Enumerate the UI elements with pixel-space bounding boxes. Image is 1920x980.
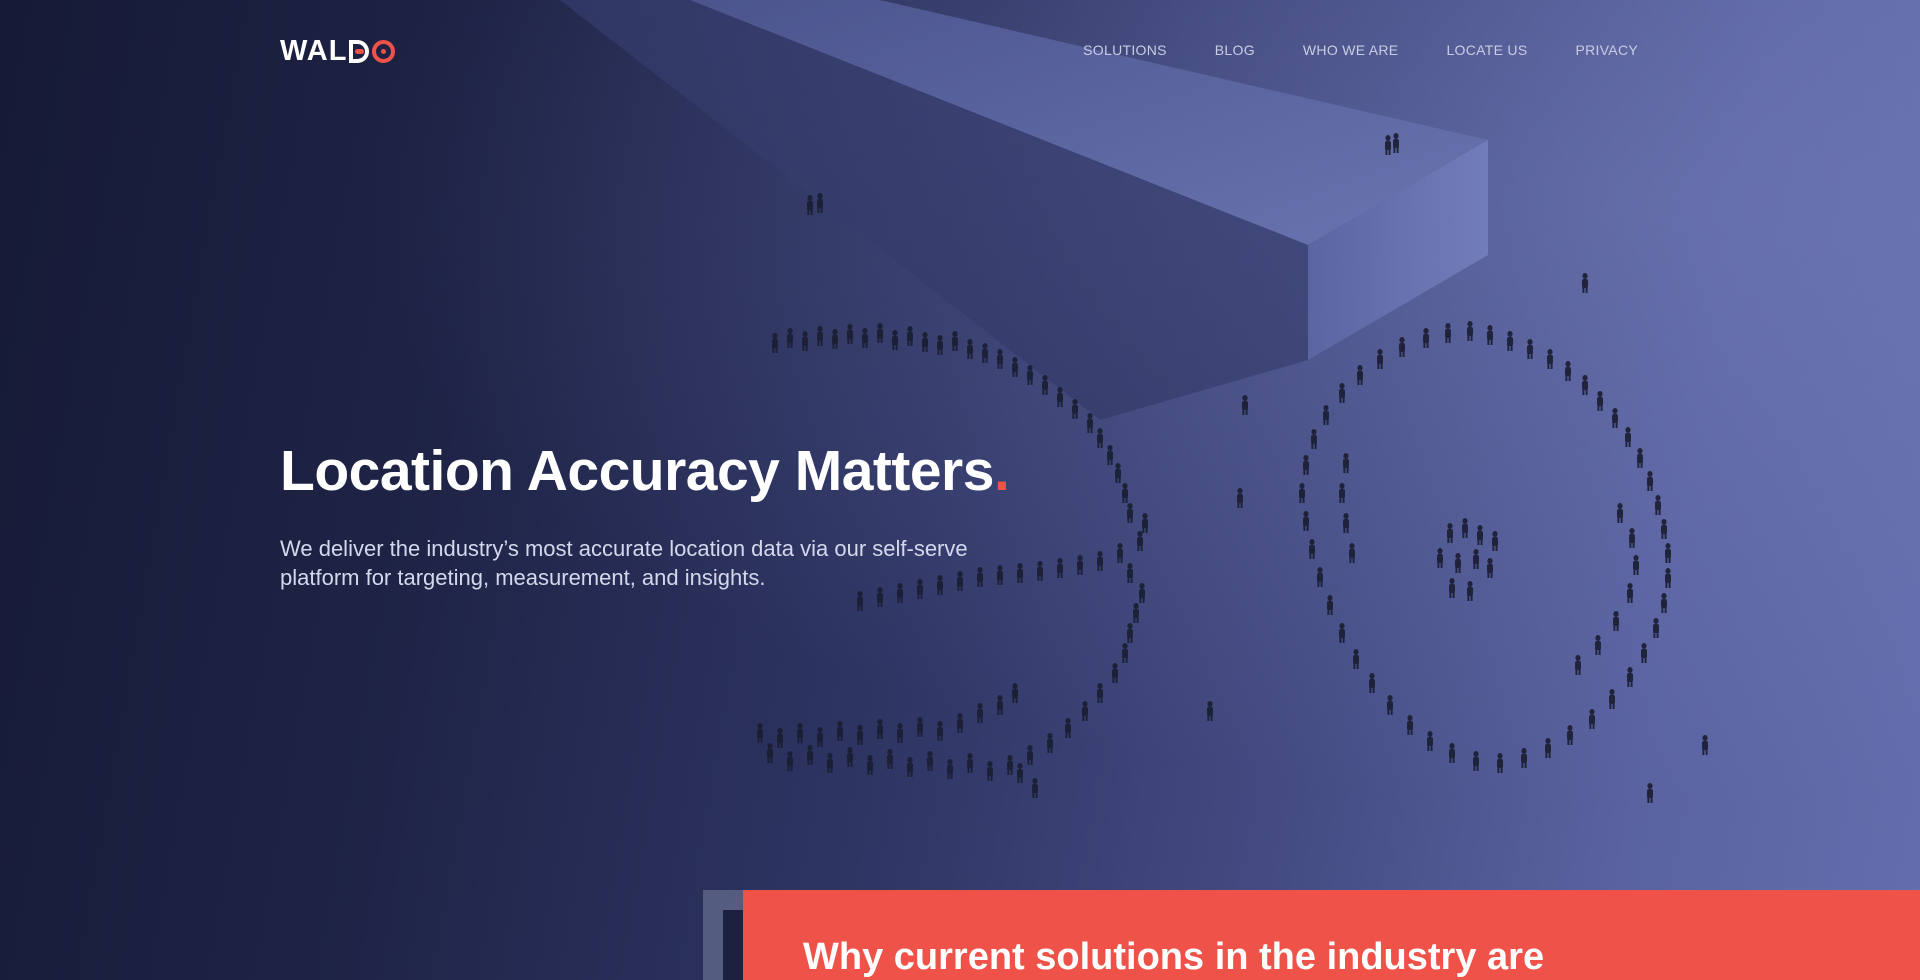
site-header: WAL SOLUTIONS BLOG WHO WE ARE LOCATE US …	[0, 0, 1920, 100]
main-nav: SOLUTIONS BLOG WHO WE ARE LOCATE US PRIV…	[1035, 42, 1638, 58]
waldo-logo[interactable]: WAL	[280, 34, 396, 67]
nav-blog[interactable]: BLOG	[1215, 42, 1255, 58]
nav-solutions[interactable]: SOLUTIONS	[1083, 42, 1167, 58]
hero-headline: Location Accuracy Matters.	[280, 438, 1010, 504]
hero-section: WAL SOLUTIONS BLOG WHO WE ARE LOCATE US …	[0, 0, 1920, 980]
hero-headline-text: Location Accuracy Matters	[280, 439, 994, 503]
logo-d-glyph	[349, 39, 370, 63]
nav-locate-us[interactable]: LOCATE US	[1446, 42, 1527, 58]
hero-subtext: We deliver the industry’s most accurate …	[280, 536, 968, 590]
nav-who-we-are[interactable]: WHO WE ARE	[1303, 42, 1399, 58]
next-section-panel: Why current solutions in the industry ar…	[743, 890, 1920, 980]
nav-privacy[interactable]: PRIVACY	[1575, 42, 1638, 58]
logo-target-icon	[372, 39, 396, 63]
crowd-digit-zero	[1299, 321, 1671, 773]
next-section-title: Why current solutions in the industry ar…	[803, 936, 1545, 978]
panel-frame-decoration	[703, 890, 743, 980]
logo-letters: WAL	[280, 34, 348, 67]
hero-headline-dot: .	[993, 439, 1010, 503]
